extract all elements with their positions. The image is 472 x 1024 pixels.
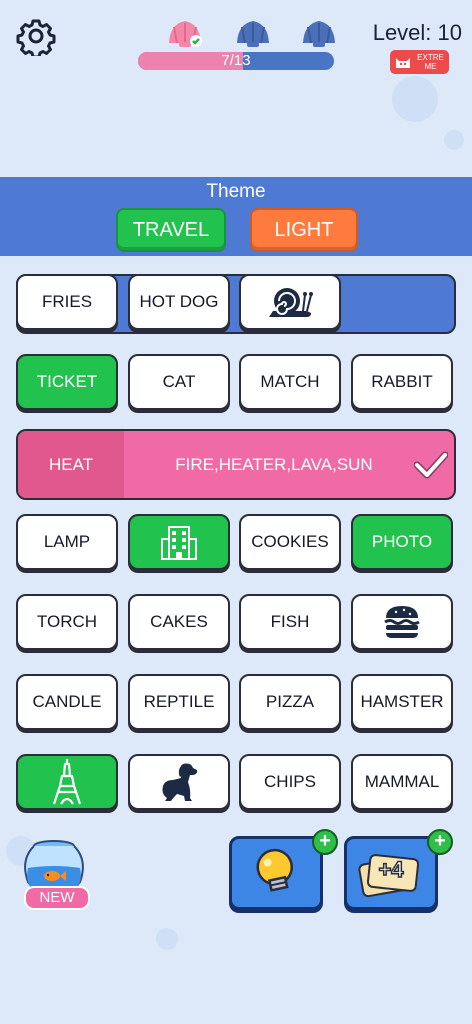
extreme-badge[interactable]: EXTRE ME xyxy=(390,50,449,74)
theme-travel[interactable]: TRAVEL xyxy=(116,208,226,252)
word-tile[interactable]: HOT DOG xyxy=(128,274,230,330)
word-tile[interactable]: MATCH xyxy=(239,354,341,410)
word-tile[interactable]: REPTILE xyxy=(128,674,230,730)
theme-light[interactable]: LIGHT xyxy=(250,208,358,252)
word-tile[interactable]: RABBIT xyxy=(351,354,453,410)
word-tile[interactable]: FRIES xyxy=(16,274,118,330)
progress-bar: 7/13 xyxy=(138,52,334,70)
word-tile[interactable]: HAMSTER xyxy=(351,674,453,730)
word-tile-selected[interactable]: TICKET xyxy=(16,354,118,410)
word-tile[interactable]: CAKES xyxy=(128,594,230,650)
cards-count: +4 xyxy=(378,856,405,883)
image-tile-selected[interactable] xyxy=(16,754,118,810)
word-tile[interactable]: CHIPS xyxy=(239,754,341,810)
gear-icon xyxy=(16,19,56,59)
lightbulb-icon xyxy=(256,848,294,892)
bubble xyxy=(444,130,464,150)
solved-group: HEAT FIRE,HEATER,LAVA,SUN xyxy=(16,429,456,500)
settings-button[interactable] xyxy=(16,16,56,59)
word-tile[interactable]: CAT xyxy=(128,354,230,410)
shuffle-cards-button[interactable]: +4 + xyxy=(344,829,453,910)
bubble xyxy=(156,928,178,950)
building-icon xyxy=(161,526,197,560)
add-hint-icon[interactable]: + xyxy=(312,829,338,855)
hint-button[interactable]: + xyxy=(229,829,338,910)
blue-shell-icon xyxy=(303,21,335,47)
level-label: Level: 10 xyxy=(372,20,462,45)
image-tile[interactable] xyxy=(239,274,341,330)
progress-text: 7/13 xyxy=(221,52,251,69)
word-tile[interactable]: PIZZA xyxy=(239,674,341,730)
snail-icon xyxy=(269,288,313,317)
word-tile[interactable]: FISH xyxy=(239,594,341,650)
image-tile-selected[interactable] xyxy=(128,514,230,570)
word-tile[interactable]: COOKIES xyxy=(239,514,341,570)
dog-icon xyxy=(162,763,198,801)
word-tile[interactable]: LAMP xyxy=(16,514,118,570)
new-badge: NEW xyxy=(24,886,90,910)
extreme-label: EXTRE ME xyxy=(417,53,444,71)
word-tile[interactable]: MAMMAL xyxy=(351,754,453,810)
solved-category: HEAT xyxy=(18,431,124,498)
image-tile[interactable] xyxy=(351,594,453,650)
theme-banner: Theme TRAVEL LIGHT xyxy=(0,177,472,256)
bubble xyxy=(392,76,438,122)
solved-words: FIRE,HEATER,LAVA,SUN xyxy=(175,454,373,474)
add-cards-icon[interactable]: + xyxy=(427,829,453,855)
word-tile[interactable]: TORCH xyxy=(16,594,118,650)
word-tile-selected[interactable]: PHOTO xyxy=(351,514,453,570)
pink-shell-icon xyxy=(169,21,202,47)
theme-title: Theme xyxy=(206,181,266,202)
image-tile[interactable] xyxy=(128,754,230,810)
blue-shell-icon xyxy=(237,21,269,47)
check-icon xyxy=(414,451,448,479)
burger-icon xyxy=(384,606,420,638)
cat-face-icon xyxy=(396,58,410,68)
eiffel-tower-icon xyxy=(52,759,82,805)
word-tile[interactable]: CANDLE xyxy=(16,674,118,730)
